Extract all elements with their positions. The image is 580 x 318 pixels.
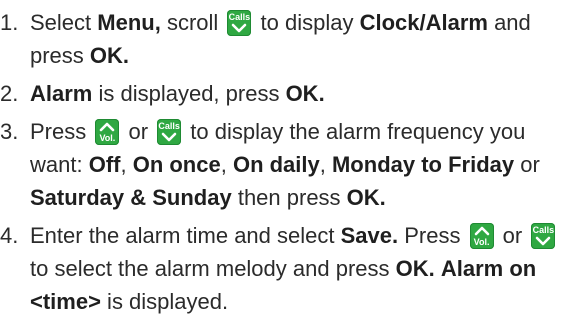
step-text: is displayed. (100, 289, 229, 314)
step-text: to display (254, 10, 360, 35)
step-3: 3. Press Vol. or Calls to display the al… (0, 115, 576, 214)
step-text: or (496, 223, 529, 248)
step-number: 4. (0, 223, 19, 248)
step-text: Enter the alarm time and select (30, 223, 341, 248)
ok-term: OK. (395, 256, 435, 281)
vol-up-key-icon: Vol. (469, 223, 494, 249)
step-text: Press (398, 223, 467, 248)
alarm-term: Alarm (30, 81, 93, 106)
option-on-once: On once (132, 152, 221, 177)
option-monday-to-friday: Monday to Friday (331, 152, 515, 177)
ok-term: OK. (285, 81, 325, 106)
option-on-daily: On daily (232, 152, 320, 177)
save-term: Save. (340, 223, 399, 248)
step-text: to select the alarm melody and press (30, 256, 396, 281)
step-4: 4. Enter the alarm time and select Save.… (0, 219, 576, 318)
step-text: Select (30, 10, 98, 35)
calls-down-key-icon: Calls (227, 10, 252, 36)
ok-term: OK. (89, 43, 130, 68)
step-text: is displayed, press (92, 81, 286, 106)
steps-list: 1. Select Menu, scroll Calls to display … (0, 6, 576, 318)
step-2: 2. Alarm is displayed, press OK. (0, 77, 576, 110)
step-1: 1. Select Menu, scroll Calls to display … (0, 6, 576, 72)
calls-down-key-icon: Calls (157, 119, 182, 145)
clock-alarm-term: Clock/Alarm (359, 10, 488, 35)
step-number: 1. (0, 10, 19, 35)
menu-term: Menu, (97, 10, 161, 35)
ok-term: OK. (346, 185, 386, 210)
step-text: Press (30, 119, 93, 144)
option-saturday-sunday: Saturday & Sunday (30, 185, 232, 210)
step-text: scroll (160, 10, 225, 35)
step-number: 2. (0, 81, 19, 106)
step-text: then press (231, 185, 347, 210)
instruction-document: 1. Select Menu, scroll Calls to display … (0, 0, 580, 318)
step-text: or (122, 119, 155, 144)
vol-up-key-icon: Vol. (95, 119, 120, 145)
step-number: 3. (0, 119, 19, 144)
option-off: Off (88, 152, 121, 177)
calls-down-key-icon: Calls (531, 223, 556, 249)
